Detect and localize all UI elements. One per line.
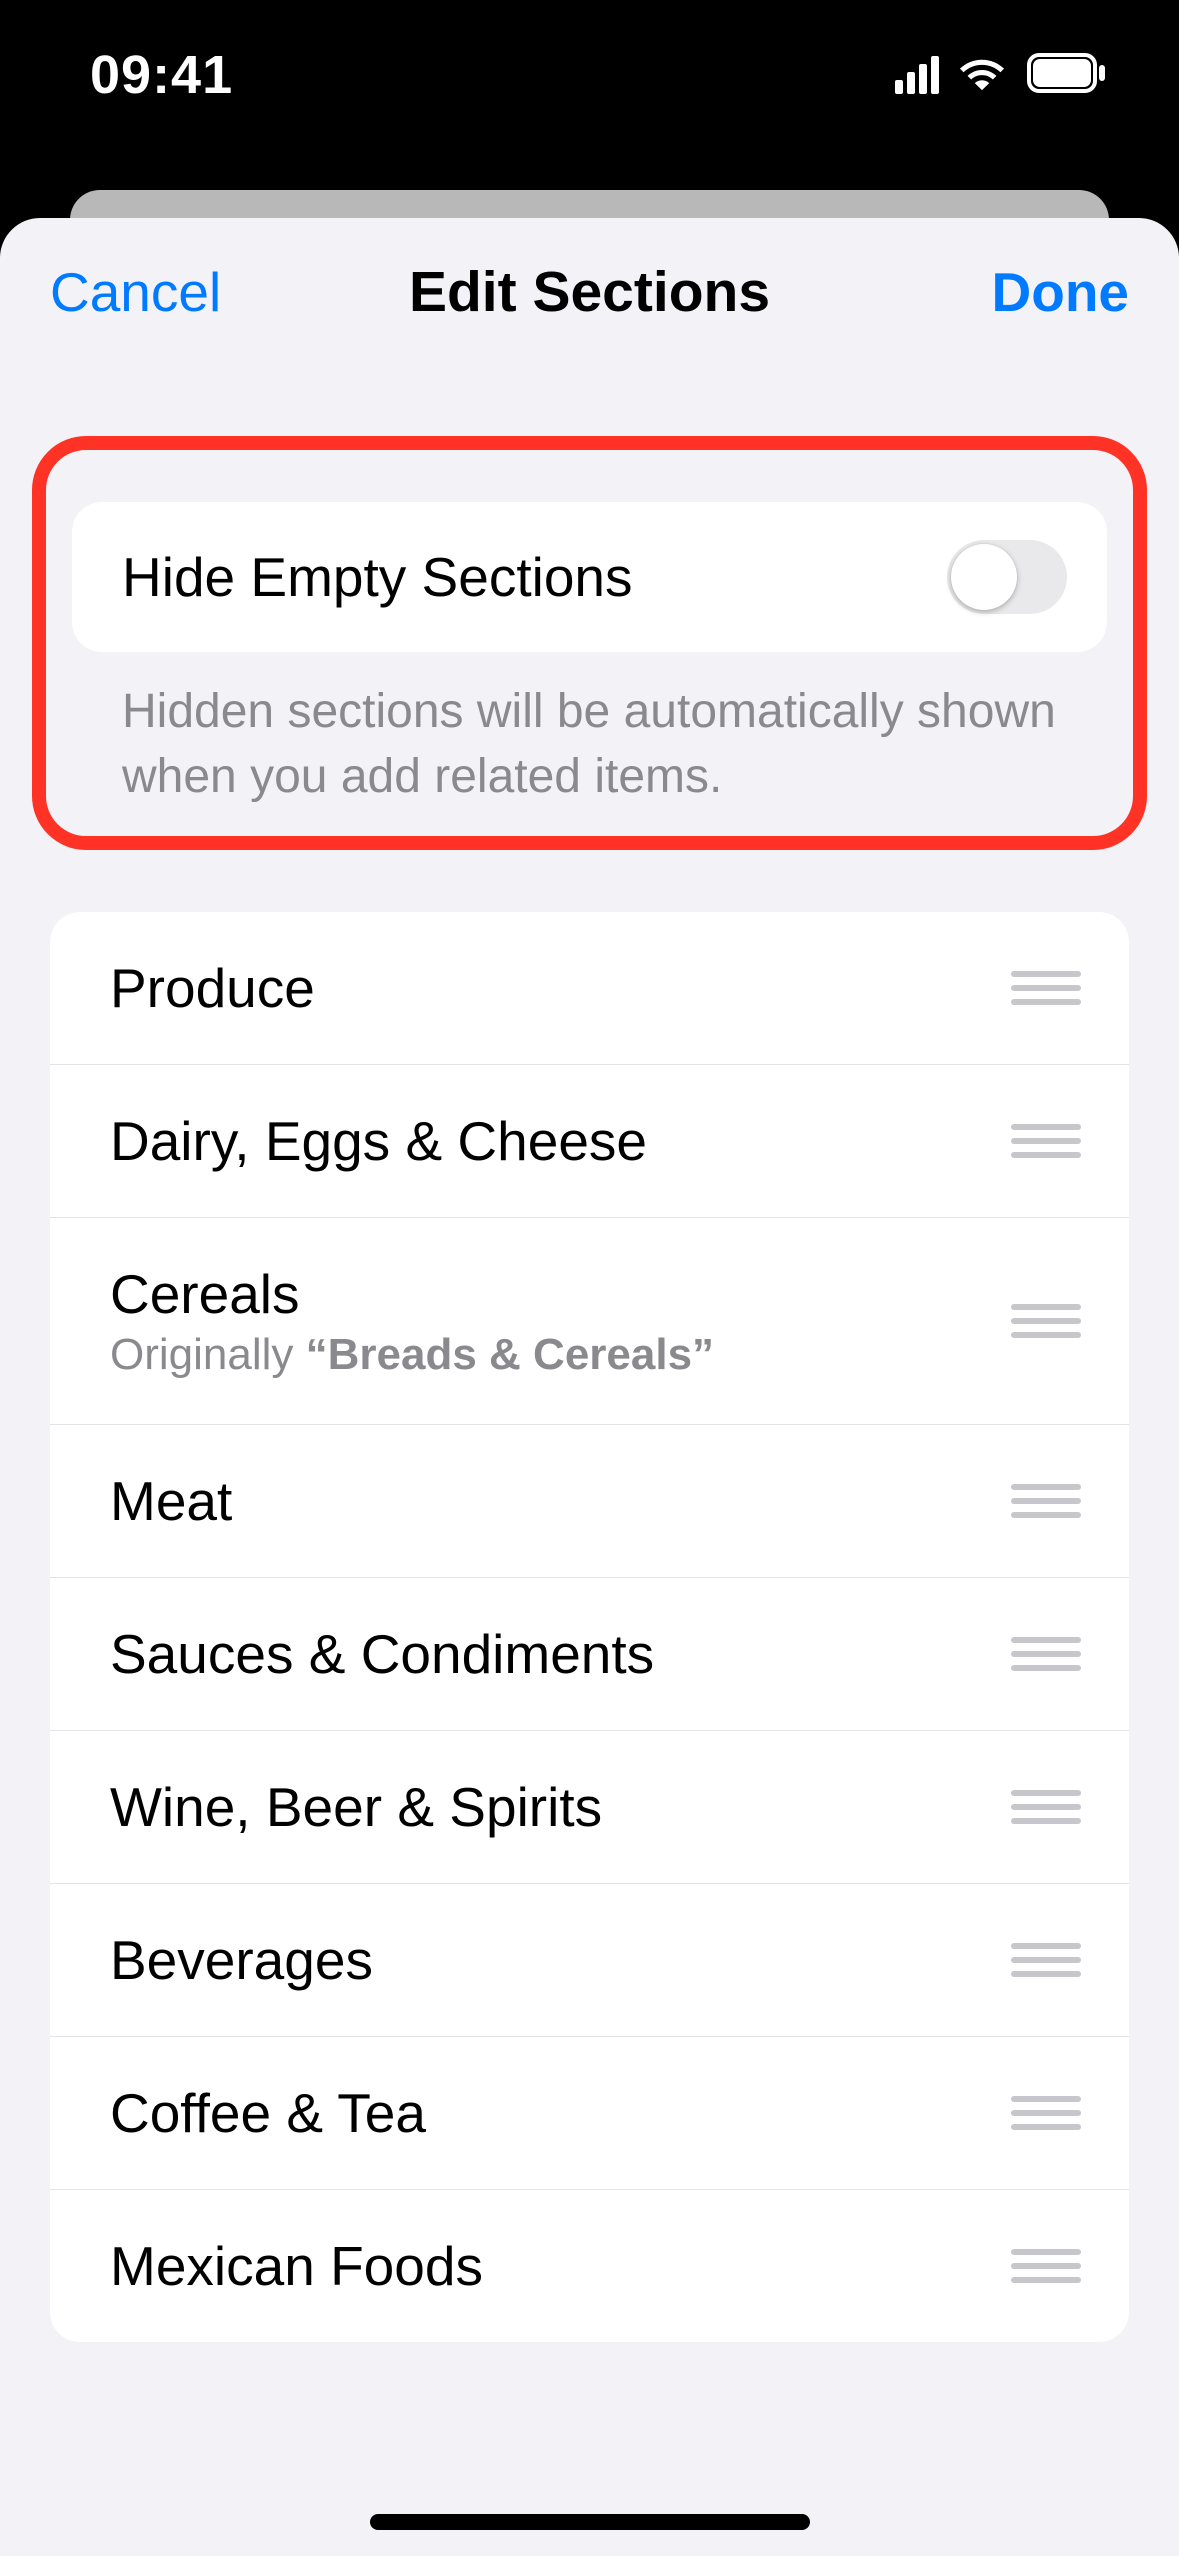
hide-empty-footer: Hidden sections will be automatically sh… <box>72 652 1107 810</box>
drag-handle-icon[interactable] <box>1011 1124 1081 1158</box>
section-row-dairy[interactable]: Dairy, Eggs & Cheese <box>50 1065 1129 1218</box>
hide-empty-card: Hide Empty Sections <box>72 502 1107 652</box>
status-time: 09:41 <box>90 44 233 106</box>
wifi-icon <box>957 54 1007 97</box>
section-row-produce[interactable]: Produce <box>50 912 1129 1065</box>
section-label: Meat <box>110 1469 232 1533</box>
drag-handle-icon[interactable] <box>1011 971 1081 1005</box>
drag-handle-icon[interactable] <box>1011 1637 1081 1671</box>
done-button[interactable]: Done <box>992 260 1130 324</box>
highlight-annotation: Hide Empty Sections Hidden sections will… <box>32 436 1147 850</box>
section-label: Dairy, Eggs & Cheese <box>110 1109 647 1173</box>
section-label: Mexican Foods <box>110 2234 483 2298</box>
toggle-knob <box>951 544 1017 610</box>
section-row-wine[interactable]: Wine, Beer & Spirits <box>50 1731 1129 1884</box>
section-row-coffee[interactable]: Coffee & Tea <box>50 2037 1129 2190</box>
section-row-beverages[interactable]: Beverages <box>50 1884 1129 2037</box>
hide-empty-row[interactable]: Hide Empty Sections <box>72 502 1107 652</box>
section-label: Produce <box>110 956 315 1020</box>
section-label: Sauces & Condiments <box>110 1622 654 1686</box>
section-label: Cereals <box>110 1262 714 1326</box>
section-row-cereals[interactable]: Cereals Originally “Breads & Cereals” <box>50 1218 1129 1425</box>
hide-empty-label: Hide Empty Sections <box>122 545 633 609</box>
nav-title: Edit Sections <box>409 259 770 325</box>
cellular-signal-icon <box>895 56 939 94</box>
status-icons <box>895 53 1109 98</box>
sections-list: Produce Dairy, Eggs & Cheese Cereals Ori… <box>50 912 1129 2342</box>
drag-handle-icon[interactable] <box>1011 2249 1081 2283</box>
drag-handle-icon[interactable] <box>1011 1484 1081 1518</box>
home-indicator[interactable] <box>370 2514 810 2530</box>
drag-handle-icon[interactable] <box>1011 1790 1081 1824</box>
status-bar: 09:41 <box>0 0 1179 180</box>
section-label: Coffee & Tea <box>110 2081 426 2145</box>
cancel-button[interactable]: Cancel <box>50 260 221 324</box>
section-row-sauces[interactable]: Sauces & Condiments <box>50 1578 1129 1731</box>
drag-handle-icon[interactable] <box>1011 1943 1081 1977</box>
section-label: Wine, Beer & Spirits <box>110 1775 602 1839</box>
drag-handle-icon[interactable] <box>1011 1304 1081 1338</box>
hide-empty-toggle[interactable] <box>947 540 1067 614</box>
battery-icon <box>1025 53 1109 98</box>
section-row-mexican[interactable]: Mexican Foods <box>50 2190 1129 2342</box>
drag-handle-icon[interactable] <box>1011 2096 1081 2130</box>
section-row-meat[interactable]: Meat <box>50 1425 1129 1578</box>
modal-sheet: Cancel Edit Sections Done Hide Empty Sec… <box>0 218 1179 2556</box>
section-sublabel: Originally “Breads & Cereals” <box>110 1330 714 1380</box>
nav-bar: Cancel Edit Sections Done <box>0 218 1179 366</box>
section-label: Beverages <box>110 1928 373 1992</box>
